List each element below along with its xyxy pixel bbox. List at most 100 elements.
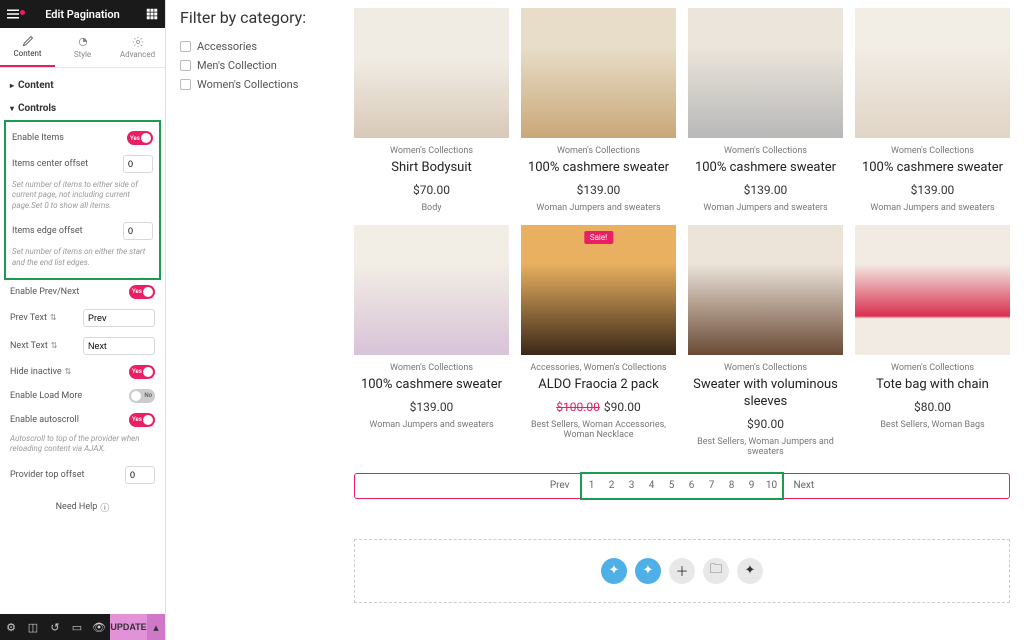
pagination-page[interactable]: 9 (742, 480, 762, 491)
product-card[interactable]: Women's Collections Sweater with volumino… (688, 225, 843, 457)
enable-load-more-toggle[interactable]: No (129, 389, 155, 403)
enable-autoscroll-toggle[interactable]: Yes (129, 413, 155, 427)
filter-option[interactable]: Accessories (180, 37, 340, 56)
panel-title: Edit Pagination (20, 8, 145, 21)
add-section-icon[interactable]: ＋ (669, 558, 695, 584)
update-button[interactable]: UPDATE (110, 614, 147, 640)
preview-icon[interactable]: 👁 (88, 614, 110, 640)
checkbox-icon[interactable] (180, 79, 191, 90)
section-content[interactable]: ▸Content (10, 74, 155, 97)
product-card[interactable]: Women's CollectionsTote bag with chain$8… (855, 225, 1010, 457)
add-widget-icon[interactable]: ✦ (601, 558, 627, 584)
product-price: $139.00 (688, 183, 843, 197)
product-image (855, 225, 1010, 355)
items-edge-offset-input[interactable] (123, 222, 153, 240)
product-card[interactable]: Women's Collections 100% cashmere sweater… (354, 225, 509, 457)
tab-style-label: Style (74, 50, 91, 59)
hide-inactive-toggle[interactable]: Yes (129, 365, 155, 379)
provider-top-offset-input[interactable] (125, 466, 155, 484)
bottom-bar: ⚙ ◫ ↺ ▭ 👁 UPDATE ▴ (0, 614, 165, 640)
product-title: ALDO Fraocia 2 pack (521, 377, 676, 394)
product-card[interactable]: Women's Collections100% cashmere sweater… (688, 8, 843, 213)
enable-autoscroll-label: Enable autoscroll (10, 415, 129, 425)
pagination: Prev 12345678910 Next (354, 473, 1010, 499)
hide-inactive-label: Hide inactive⇅ (10, 367, 129, 377)
hint-center-offset: Set number of items to either side of cu… (12, 178, 153, 217)
need-help-link[interactable]: Need Help ⓘ (10, 489, 155, 526)
product-tags: Woman Jumpers and sweaters (688, 203, 843, 213)
product-category: Women's Collections (354, 363, 509, 373)
product-price: $139.00 (855, 183, 1010, 197)
checkbox-icon[interactable] (180, 60, 191, 71)
apps-icon[interactable] (145, 7, 159, 21)
highlight-items-group: Enable Items Yes Items center offset Set… (4, 120, 161, 280)
pagination-page[interactable]: 5 (662, 480, 682, 491)
pagination-page[interactable]: 6 (682, 480, 702, 491)
pagination-page[interactable]: 1 (582, 480, 602, 491)
tab-advanced-label: Advanced (120, 50, 155, 59)
product-image: Sale! (521, 225, 676, 355)
filter-option-label: Men's Collection (197, 59, 277, 72)
pagination-prev[interactable]: Prev (540, 480, 580, 491)
add-ai-icon[interactable]: ✦ (635, 558, 661, 584)
product-title: 100% cashmere sweater (688, 160, 843, 177)
hint-edge-offset: Set number of items on either the start … (12, 245, 153, 274)
enable-items-toggle[interactable]: Yes (127, 131, 153, 145)
enable-prev-next-label: Enable Prev/Next (10, 287, 129, 297)
pagination-page[interactable]: 2 (602, 480, 622, 491)
product-card[interactable]: Women's Collections100% cashmere sweater… (855, 8, 1010, 213)
next-text-input[interactable] (83, 337, 155, 355)
checkbox-icon[interactable] (180, 41, 191, 52)
settings-icon[interactable]: ⚙ (0, 614, 22, 640)
product-image (354, 225, 509, 355)
filter-option[interactable]: Women's Collections (180, 75, 340, 94)
filter-option-label: Accessories (197, 40, 257, 53)
enable-prev-next-toggle[interactable]: Yes (129, 285, 155, 299)
product-category: Women's Collections (521, 146, 676, 156)
responsive-icon[interactable]: ▭ (66, 614, 88, 640)
pagination-page[interactable]: 3 (622, 480, 642, 491)
product-card[interactable]: Women's Collections100% cashmere sweater… (521, 8, 676, 213)
navigator-icon[interactable]: ◫ (22, 614, 44, 640)
filter-option[interactable]: Men's Collection (180, 56, 340, 75)
product-image (354, 8, 509, 138)
editor-tabs: Content Style Advanced (0, 28, 165, 68)
product-category: Women's Collections (354, 146, 509, 156)
product-price: $70.00 (354, 183, 509, 197)
product-category: Accessories, Women's Collections (521, 363, 676, 373)
pagination-numbers: 12345678910 (580, 472, 784, 500)
product-card[interactable]: Sale! Accessories, Women's Collections ALD… (521, 225, 676, 457)
product-card[interactable]: Women's CollectionsShirt Bodysuit$70.00B… (354, 8, 509, 213)
product-title: Sweater with voluminous sleeves (688, 377, 843, 411)
sale-badge: Sale! (584, 231, 613, 244)
tab-style[interactable]: Style (55, 28, 110, 67)
expand-button[interactable]: ▴ (147, 614, 165, 640)
prev-text-input[interactable] (83, 309, 155, 327)
provider-top-offset-label: Provider top offset (10, 470, 125, 480)
product-price: $139.00 (354, 400, 509, 414)
tab-advanced[interactable]: Advanced (110, 28, 165, 67)
product-tags: Best Sellers, Woman Accessories, Woman N… (521, 420, 676, 440)
items-center-offset-label: Items center offset (12, 159, 123, 169)
add-template-icon[interactable]: 🗀 (703, 558, 729, 584)
product-category: Women's Collections (855, 146, 1010, 156)
product-tags: Best Sellers, Woman Bags (855, 420, 1010, 430)
pagination-page[interactable]: 7 (702, 480, 722, 491)
product-tags: Woman Jumpers and sweaters (521, 203, 676, 213)
filter-option-label: Women's Collections (197, 78, 298, 91)
items-center-offset-input[interactable] (123, 155, 153, 173)
pagination-page[interactable]: 10 (762, 480, 782, 491)
add-global-icon[interactable]: ✦ (737, 558, 763, 584)
pagination-page[interactable]: 4 (642, 480, 662, 491)
product-image (688, 8, 843, 138)
pagination-next[interactable]: Next (784, 480, 825, 491)
section-controls[interactable]: ▾Controls (10, 97, 155, 120)
history-icon[interactable]: ↺ (44, 614, 66, 640)
product-title: 100% cashmere sweater (354, 377, 509, 394)
product-price: $80.00 (855, 400, 1010, 414)
pagination-page[interactable]: 8 (722, 480, 742, 491)
tab-content[interactable]: Content (0, 28, 55, 67)
product-category: Women's Collections (688, 363, 843, 373)
hint-autoscroll: Autoscroll to top of the provider when r… (10, 432, 155, 461)
menu-icon[interactable] (6, 7, 20, 21)
